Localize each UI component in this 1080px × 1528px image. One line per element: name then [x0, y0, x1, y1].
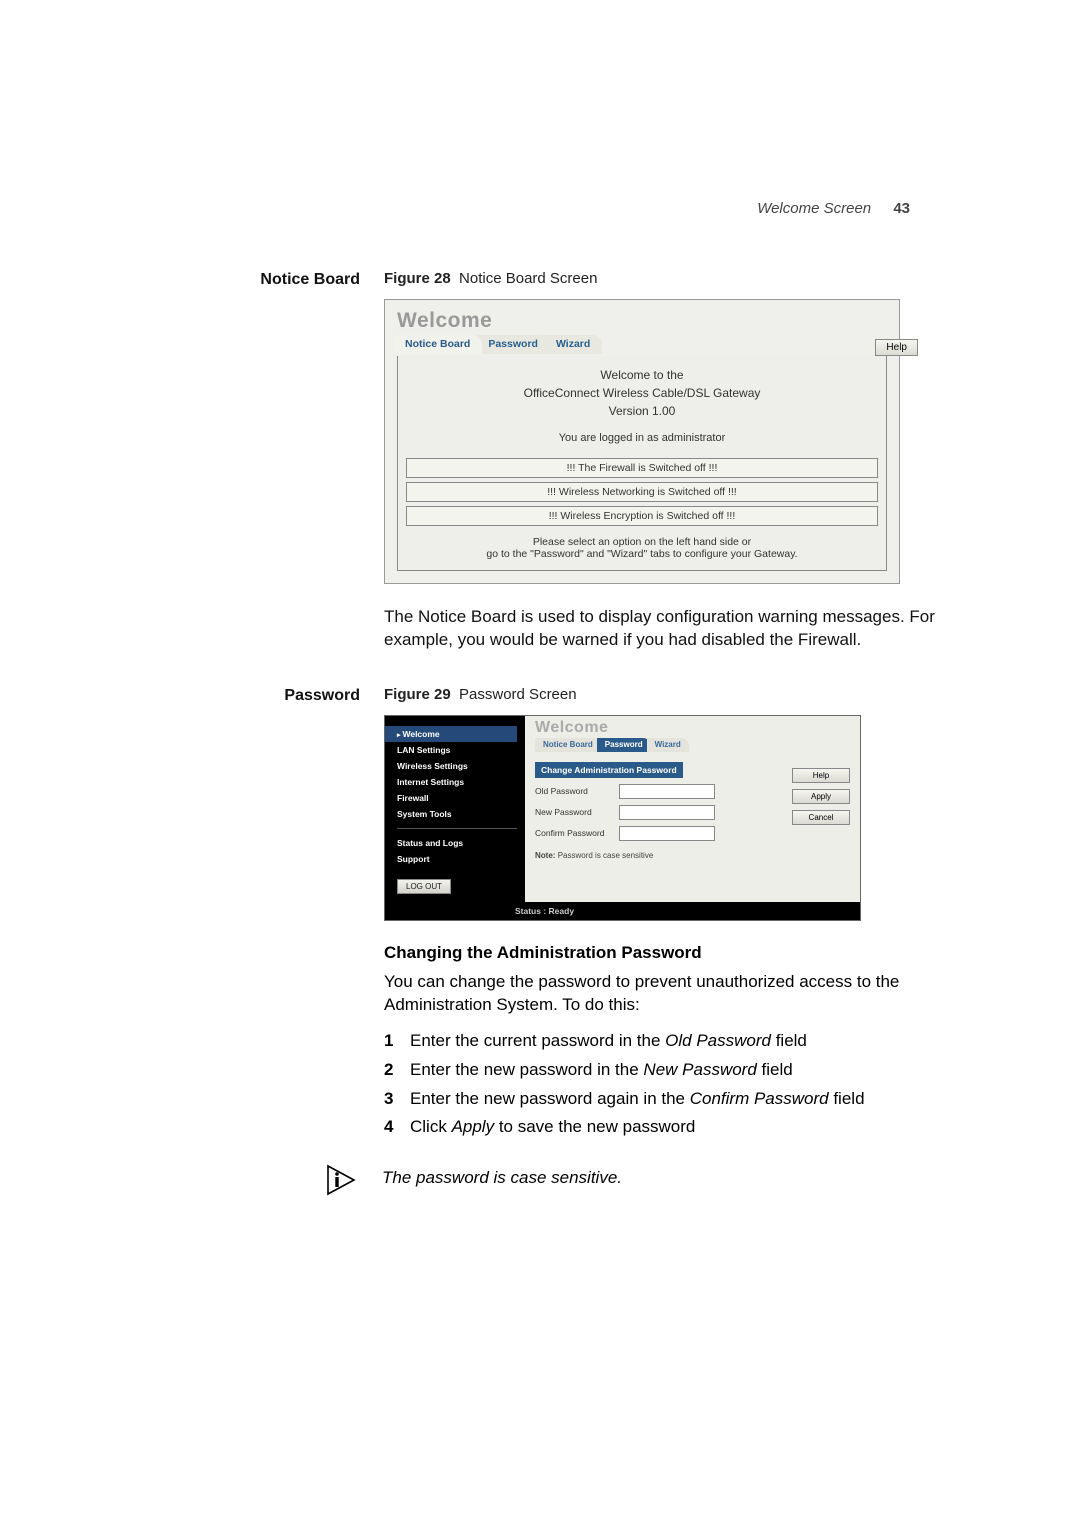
cancel-button[interactable]: Cancel: [792, 810, 850, 825]
sidebar-item-lan[interactable]: LAN Settings: [397, 742, 517, 758]
running-header: Welcome Screen 43: [757, 200, 910, 217]
new-password-field[interactable]: [619, 805, 715, 820]
sidebar-divider: [397, 828, 517, 829]
tab-notice-board[interactable]: Notice Board: [393, 335, 482, 354]
figure-29-screenshot: Welcome LAN Settings Wireless Settings I…: [384, 715, 861, 921]
password-steps: Enter the current password in the Old Pa…: [384, 1027, 940, 1143]
sidebar-item-firewall[interactable]: Firewall: [397, 790, 517, 806]
help-button-29[interactable]: Help: [792, 768, 850, 783]
logout-button[interactable]: LOG OUT: [397, 879, 451, 894]
welcome-heading: Welcome: [397, 310, 887, 331]
sidebar-item-support[interactable]: Support: [397, 851, 517, 867]
sidebar-item-welcome[interactable]: Welcome: [385, 726, 517, 742]
sidebar-item-status[interactable]: Status and Logs: [397, 835, 517, 851]
tab29-wizard[interactable]: Wizard: [647, 738, 689, 752]
info-note: The password is case sensitive.: [320, 1162, 940, 1203]
step-1: Enter the current password in the Old Pa…: [384, 1027, 940, 1056]
changing-password-heading: Changing the Administration Password: [384, 943, 940, 963]
logged-in-text: You are logged in as administrator: [406, 432, 878, 444]
new-password-label: New Password: [535, 807, 617, 817]
figure-29-caption: Figure 29 Password Screen: [384, 686, 940, 703]
welcome-heading-29: Welcome: [535, 720, 852, 736]
tab-password[interactable]: Password: [476, 335, 550, 354]
password-panel: Change Administration Password Old Passw…: [525, 754, 860, 878]
notice-board-description: The Notice Board is used to display conf…: [384, 606, 940, 652]
sidebar-item-internet[interactable]: Internet Settings: [397, 774, 517, 790]
sidebar: Welcome LAN Settings Wireless Settings I…: [385, 716, 525, 902]
figure-28-caption: Figure 28 Notice Board Screen: [384, 270, 940, 287]
panel-heading: Change Administration Password: [535, 762, 683, 778]
apply-button[interactable]: Apply: [792, 789, 850, 804]
password-footnote: The password is case sensitive.: [364, 1162, 622, 1188]
notice-board-section: Notice Board Figure 28 Notice Board Scre…: [210, 270, 940, 652]
status-bar: Status : Ready: [385, 902, 860, 920]
warning-wireless-enc: !!! Wireless Encryption is Switched off …: [406, 506, 878, 526]
tab-wizard[interactable]: Wizard: [544, 335, 602, 354]
help-button[interactable]: Help: [875, 339, 918, 356]
changing-password-intro: You can change the password to prevent u…: [384, 971, 940, 1017]
notice-panel: Welcome to the OfficeConnect Wireless Ca…: [397, 356, 887, 571]
warning-wireless-net: !!! Wireless Networking is Switched off …: [406, 482, 878, 502]
info-icon: [320, 1162, 364, 1203]
note-case-sensitive: Note: Password is case sensitive: [535, 851, 850, 860]
step-4: Click Apply to save the new password: [384, 1113, 940, 1142]
step-2: Enter the new password in the New Passwo…: [384, 1056, 940, 1085]
sidebar-item-wireless[interactable]: Wireless Settings: [397, 758, 517, 774]
warning-firewall: !!! The Firewall is Switched off !!!: [406, 458, 878, 478]
confirm-password-label: Confirm Password: [535, 828, 617, 838]
figure-28-screenshot: Welcome Notice Board Password Wizard Wel…: [384, 299, 940, 584]
section-label-password: Password: [210, 686, 384, 707]
tab29-password[interactable]: Password: [597, 738, 651, 752]
sidebar-item-system[interactable]: System Tools: [397, 806, 517, 822]
step-3: Enter the new password again in the Conf…: [384, 1085, 940, 1114]
password-section: Password Figure 29 Password Screen Welco…: [210, 686, 940, 1203]
section-label-notice: Notice Board: [210, 270, 384, 291]
old-password-field[interactable]: [619, 784, 715, 799]
page-number: 43: [893, 200, 910, 217]
header-section: Welcome Screen: [757, 200, 871, 217]
confirm-password-field[interactable]: [619, 826, 715, 841]
old-password-label: Old Password: [535, 786, 617, 796]
tab29-notice[interactable]: Notice Board: [535, 738, 601, 752]
